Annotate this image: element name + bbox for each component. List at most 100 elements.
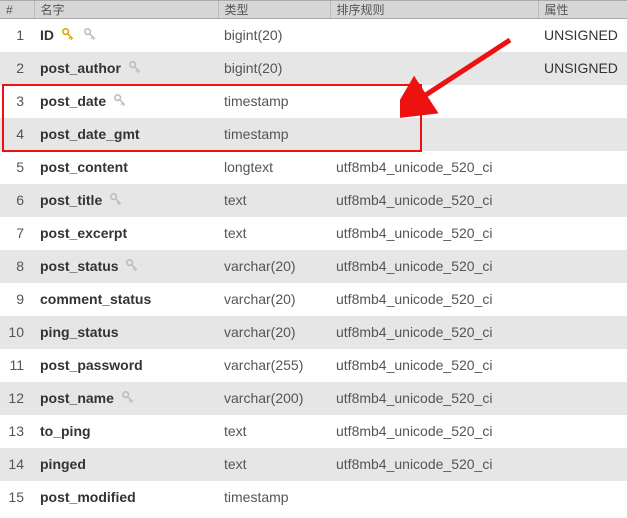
column-name-text: post_status — [40, 258, 119, 274]
table-row[interactable]: 11 post_password varchar(255)utf8mb4_unico… — [0, 349, 627, 382]
table-row[interactable]: 7post_excerpttextutf8mb4_unicode_520_ci — [0, 217, 627, 250]
column-type: text — [218, 184, 330, 217]
column-collation: utf8mb4_unicode_520_ci — [330, 448, 538, 481]
column-attribute — [538, 448, 627, 481]
column-collation — [330, 118, 538, 151]
column-type: bigint(20) — [218, 19, 330, 52]
table-row[interactable]: 2post_author bigint(20)UNSIGNED — [0, 52, 627, 85]
table-row[interactable]: 8 post_status varchar(20)utf8mb4_unicode_… — [0, 250, 627, 283]
column-name-text: post_modified — [40, 489, 136, 505]
row-index: 8 — [0, 250, 34, 283]
header-index[interactable]: # — [0, 1, 34, 19]
table-row[interactable]: 6 post_title textutf8mb4_unicode_520_ci — [0, 184, 627, 217]
column-type: timestamp — [218, 481, 330, 514]
column-type: timestamp — [218, 85, 330, 118]
row-index: 12 — [0, 382, 34, 415]
column-attribute — [538, 382, 627, 415]
header-attribute[interactable]: 属性 — [538, 1, 627, 19]
column-attribute — [538, 349, 627, 382]
column-type: varchar(20) — [218, 250, 330, 283]
header-name[interactable]: 名字 — [34, 1, 218, 19]
key-icon — [124, 257, 140, 276]
row-index: 13 — [0, 415, 34, 448]
row-index: 14 — [0, 448, 34, 481]
column-name-text: post_name — [40, 390, 114, 406]
column-collation: utf8mb4_unicode_520_ci — [330, 250, 538, 283]
table-header-row: # 名字 类型 排序规则 属性 — [0, 1, 627, 19]
column-collation: utf8mb4_unicode_520_ci — [330, 283, 538, 316]
row-index: 11 — [0, 349, 34, 382]
column-collation — [330, 19, 538, 52]
column-name-text: ping_status — [40, 324, 119, 340]
table-row[interactable]: 5post_contentlongtextutf8mb4_unicode_520… — [0, 151, 627, 184]
column-name-text: post_author — [40, 60, 121, 76]
column-name[interactable]: post_name — [34, 382, 218, 415]
column-name[interactable]: post_date_gmt — [34, 118, 218, 151]
table-row[interactable]: 1ID bigint(20)UNSIGNED — [0, 19, 627, 52]
row-index: 2 — [0, 52, 34, 85]
column-name[interactable]: post_title — [34, 184, 218, 217]
column-name-text: pinged — [40, 456, 86, 472]
column-name-text: post_title — [40, 192, 102, 208]
column-type: longtext — [218, 151, 330, 184]
row-index: 10 — [0, 316, 34, 349]
column-name[interactable]: pinged — [34, 448, 218, 481]
column-name[interactable]: to_ping — [34, 415, 218, 448]
column-name[interactable]: ID — [34, 19, 218, 52]
column-type: varchar(255) — [218, 349, 330, 382]
column-name[interactable]: post_modified — [34, 481, 218, 514]
column-collation — [330, 52, 538, 85]
key-icon — [82, 26, 98, 45]
column-name-text: post_password — [40, 357, 143, 373]
column-type: timestamp — [218, 118, 330, 151]
column-collation: utf8mb4_unicode_520_ci — [330, 316, 538, 349]
table-row[interactable]: 14 pinged textutf8mb4_unicode_520_ci — [0, 448, 627, 481]
table-row[interactable]: 15 post_modified timestamp — [0, 481, 627, 514]
column-collation: utf8mb4_unicode_520_ci — [330, 151, 538, 184]
key-icon — [120, 389, 136, 408]
header-collation[interactable]: 排序规则 — [330, 1, 538, 19]
column-name[interactable]: post_status — [34, 250, 218, 283]
column-name-text: post_excerpt — [40, 225, 127, 241]
column-name[interactable]: post_date — [34, 85, 218, 118]
column-type: text — [218, 415, 330, 448]
column-collation: utf8mb4_unicode_520_ci — [330, 415, 538, 448]
column-attribute: UNSIGNED — [538, 19, 627, 52]
column-collation — [330, 85, 538, 118]
table-row[interactable]: 13to_pingtextutf8mb4_unicode_520_ci — [0, 415, 627, 448]
row-index: 3 — [0, 85, 34, 118]
header-type[interactable]: 类型 — [218, 1, 330, 19]
row-index: 15 — [0, 481, 34, 514]
column-attribute — [538, 217, 627, 250]
row-index: 6 — [0, 184, 34, 217]
column-name[interactable]: post_author — [34, 52, 218, 85]
table-row[interactable]: 12post_name varchar(200)utf8mb4_unicode_… — [0, 382, 627, 415]
column-collation: utf8mb4_unicode_520_ci — [330, 349, 538, 382]
table-row[interactable]: 3 post_date timestamp — [0, 85, 627, 118]
column-attribute — [538, 283, 627, 316]
table-row[interactable]: 4post_date_gmttimestamp — [0, 118, 627, 151]
column-type: varchar(20) — [218, 316, 330, 349]
column-type: text — [218, 448, 330, 481]
column-type: varchar(20) — [218, 283, 330, 316]
key-icon — [60, 26, 76, 45]
column-attribute: UNSIGNED — [538, 52, 627, 85]
column-attribute — [538, 85, 627, 118]
column-name[interactable]: post_password — [34, 349, 218, 382]
column-attribute — [538, 151, 627, 184]
column-collation: utf8mb4_unicode_520_ci — [330, 184, 538, 217]
column-name-text: comment_status — [40, 291, 151, 307]
column-name[interactable]: post_excerpt — [34, 217, 218, 250]
column-type: varchar(200) — [218, 382, 330, 415]
column-name[interactable]: ping_status — [34, 316, 218, 349]
column-attribute — [538, 415, 627, 448]
columns-table: # 名字 类型 排序规则 属性 1ID bigint(20)UNSIGNED2p… — [0, 0, 627, 514]
table-row[interactable]: 9 comment_status varchar(20)utf8mb4_unicod… — [0, 283, 627, 316]
column-name[interactable]: post_content — [34, 151, 218, 184]
key-icon — [108, 191, 124, 210]
column-type: text — [218, 217, 330, 250]
column-name[interactable]: comment_status — [34, 283, 218, 316]
table-row[interactable]: 10 ping_status varchar(20)utf8mb4_unicode_… — [0, 316, 627, 349]
column-name-text: post_date — [40, 93, 106, 109]
row-index: 9 — [0, 283, 34, 316]
